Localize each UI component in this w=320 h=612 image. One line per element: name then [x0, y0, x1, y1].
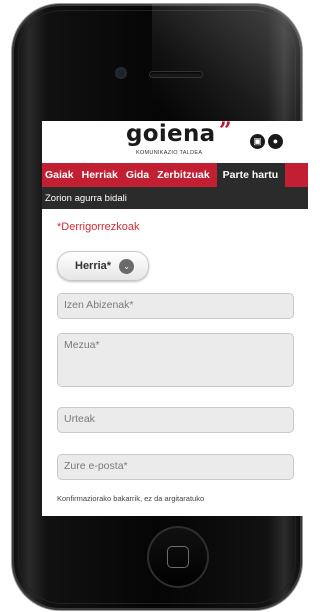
required-fields-note: *Derrigorrezkoak	[57, 221, 140, 233]
home-square-icon	[167, 546, 189, 568]
goiena-logo[interactable]: goiena ” KOMUNIKAZIO TALDEA	[126, 121, 232, 159]
name-placeholder: Izen Abizenak*	[64, 299, 134, 311]
email-placeholder: Zure e-posta*	[64, 460, 128, 472]
age-field[interactable]: Urteak	[57, 407, 294, 433]
nav-item-herriak[interactable]: Herriak	[78, 163, 122, 187]
nav-item-parte-hartu[interactable]: Parte hartu	[216, 163, 286, 187]
home-button[interactable]	[147, 526, 209, 588]
email-note: Konfirmaziorako bakarrik, ez da argitara…	[57, 494, 205, 503]
chevron-down-icon: ⌄	[119, 258, 135, 274]
front-camera	[117, 69, 125, 77]
main-nav: Gaiak Herriak Gida Zerbitzuak Parte hart…	[42, 163, 308, 187]
screen: goiena ” KOMUNIKAZIO TALDEA ▣ ● Gaiak He…	[42, 121, 308, 516]
microphone-icon[interactable]: ●	[268, 134, 283, 149]
email-field[interactable]: Zure e-posta*	[57, 454, 294, 480]
section-title-bar: Zorion agurra bidali	[42, 187, 308, 209]
logo-quote-mark: ”	[219, 121, 232, 144]
herria-select-button[interactable]: Herria* ⌄	[57, 251, 149, 281]
name-field[interactable]: Izen Abizenak*	[57, 293, 294, 319]
logo-subtitle: KOMUNIKAZIO TALDEA	[136, 150, 203, 156]
site-header: goiena ” KOMUNIKAZIO TALDEA ▣ ●	[42, 121, 308, 163]
herria-label: Herria*	[75, 260, 112, 272]
nav-item-zerbitzuak[interactable]: Zerbitzuak	[153, 163, 214, 187]
logo-text: goiena	[126, 121, 216, 147]
message-placeholder: Mezua*	[64, 339, 100, 351]
earpiece-speaker	[150, 72, 202, 77]
phone-frame: goiena ” KOMUNIKAZIO TALDEA ▣ ● Gaiak He…	[12, 4, 308, 610]
tv-icon[interactable]: ▣	[250, 134, 265, 149]
section-title: Zorion agurra bidali	[45, 192, 127, 204]
message-field[interactable]: Mezua*	[57, 333, 294, 387]
age-placeholder: Urteak	[64, 413, 95, 425]
nav-item-gaiak[interactable]: Gaiak	[42, 163, 78, 187]
nav-item-gida[interactable]: Gida	[122, 163, 153, 187]
